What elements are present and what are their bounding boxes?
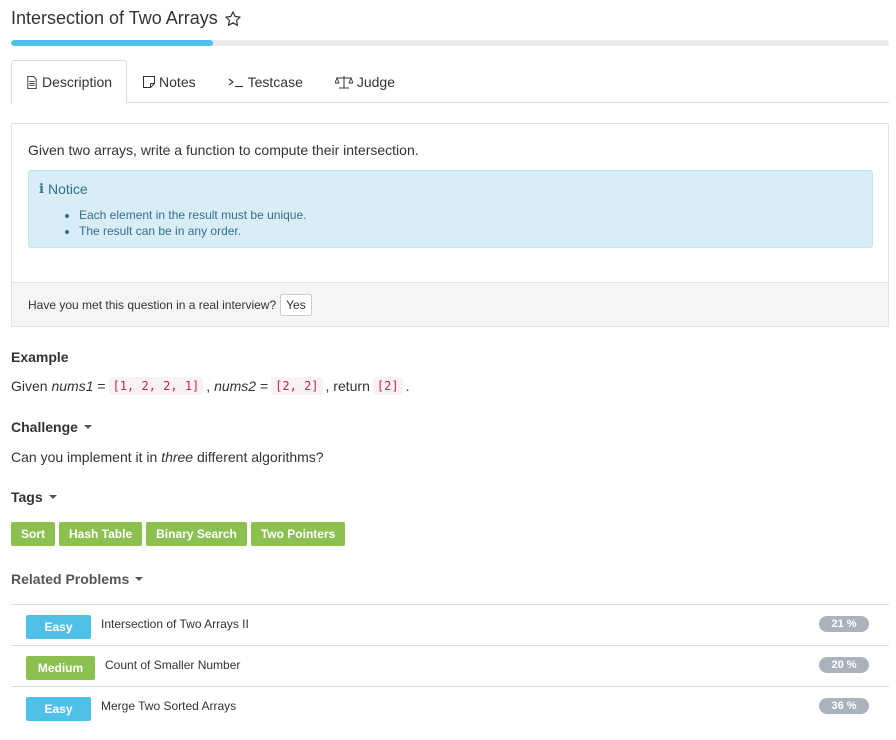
page-title: Intersection of Two Arrays [11,8,218,28]
acceptance-badge: 21 % [819,616,869,632]
progress-bar [11,40,889,46]
challenge-heading-label: Challenge [11,419,78,435]
tag-two-pointers[interactable]: Two Pointers [250,522,346,546]
difficulty-badge: Easy [26,697,91,721]
notice-list: Each element in the result must be uniqu… [79,208,306,240]
tag-sort[interactable]: Sort [11,522,55,546]
problem-description: Given two arrays, write a function to co… [28,142,419,158]
title-row: Intersection of Two Arrays [11,8,242,29]
related-problem-row[interactable]: Medium Count of Smaller Number 20 % [11,645,889,686]
notice-box: i Notice Each element in the result must… [28,170,873,248]
notice-heading: i Notice [39,181,88,197]
tab-judge-label: Judge [356,73,396,90]
note-icon [143,75,156,88]
description-panel: Given two arrays, write a function to co… [11,123,889,327]
example-result: [2] [372,377,403,395]
tab-bar: Description Notes Testcase Judge [11,60,889,104]
related-problem-link[interactable]: Merge Two Sorted Arrays [101,699,236,713]
example-val1: [1, 2, 2, 1] [108,377,204,395]
progress-bar-fill [11,40,213,46]
acceptance-badge: 20 % [819,657,869,673]
notice-heading-label: Notice [47,181,88,197]
challenge-pre: Can you implement it in [11,449,158,465]
challenge-emph: three [161,449,194,465]
difficulty-badge: Easy [26,615,91,639]
tab-testcase-label: Testcase [247,73,303,90]
related-problem-row[interactable]: Easy Intersection of Two Arrays II 21 % [11,604,889,645]
acceptance-badge: 36 % [819,698,869,714]
challenge-heading[interactable]: Challenge [11,419,92,435]
related-heading[interactable]: Related Problems [11,571,144,587]
scale-icon [334,75,353,89]
related-problem-row[interactable]: Easy Merge Two Sorted Arrays 36 % [11,686,889,727]
example-comma: , [206,378,211,394]
related-problem-link[interactable]: Count of Smaller Number [105,658,240,672]
related-heading-label: Related Problems [11,571,130,587]
example-given: Given [11,378,48,394]
interview-footer: Have you met this question in a real int… [12,282,888,326]
challenge-post: different algorithms? [197,449,324,465]
example-var2: nums2 [214,378,257,394]
example-eq2: = [259,378,269,394]
tags-heading-label: Tags [11,489,43,505]
example-return: , return [325,378,370,394]
example-var1: nums1 [51,378,94,394]
info-icon: i [39,181,44,197]
challenge-text: Can you implement it in three different … [11,449,324,465]
tag-hash-table[interactable]: Hash Table [59,522,143,546]
caret-down-icon [83,425,92,429]
caret-down-icon [48,495,57,499]
tab-description[interactable]: Description [11,60,128,104]
tag-binary-search[interactable]: Binary Search [146,522,247,546]
related-problems-list: Easy Intersection of Two Arrays II 21 % … [11,604,889,727]
interview-question: Have you met this question in a real int… [28,297,277,312]
notice-item: The result can be in any order. [79,224,306,238]
notice-item: Each element in the result must be uniqu… [79,208,306,222]
example-text: Given nums1 = [1, 2, 2, 1], nums2 = [2, … [11,377,409,395]
example-eq1: = [97,378,106,394]
interview-yes-button[interactable]: Yes [280,293,312,316]
tab-judge[interactable]: Judge [319,60,411,103]
tab-notes[interactable]: Notes [127,60,212,103]
example-heading: Example [11,349,69,365]
example-period: . [405,378,410,394]
difficulty-badge: Medium [26,656,95,680]
tab-testcase[interactable]: Testcase [212,60,319,103]
tab-description-label: Description [42,74,113,90]
example-val2: [2, 2] [271,377,323,395]
related-problem-link[interactable]: Intersection of Two Arrays II [101,617,249,631]
tab-notes-label: Notes [159,73,196,90]
tag-list: Sort Hash Table Binary Search Two Pointe… [11,522,346,546]
star-icon[interactable] [224,10,242,28]
document-icon [26,75,38,89]
terminal-icon [228,76,244,88]
caret-down-icon [135,577,144,581]
tags-heading[interactable]: Tags [11,489,57,505]
